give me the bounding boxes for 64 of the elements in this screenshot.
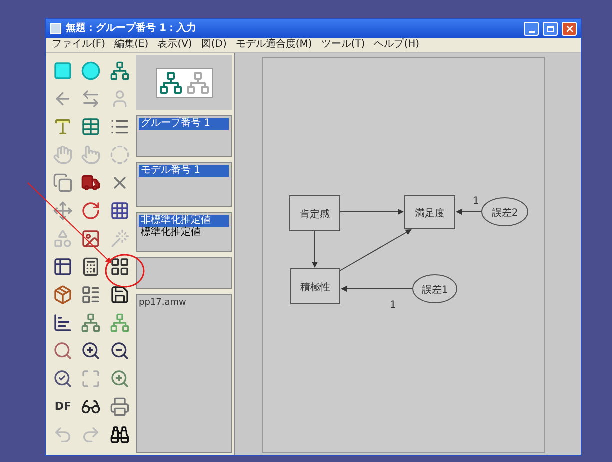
network-icon[interactable]	[110, 313, 130, 333]
menu-item[interactable]: 編集(E)	[114, 39, 149, 51]
grid-icon[interactable]	[110, 257, 130, 277]
menu-item[interactable]: ツール(T)	[321, 39, 366, 51]
path-coefficient: 1	[390, 300, 396, 311]
truck-icon[interactable]	[81, 173, 102, 193]
list-item[interactable]: グループ番号 1	[139, 118, 229, 130]
close-icon	[564, 24, 574, 34]
table-icon[interactable]	[81, 117, 102, 137]
layout-icon[interactable]	[81, 285, 102, 305]
highlight-circle	[105, 254, 145, 288]
close-button[interactable]	[562, 22, 577, 36]
search-icon[interactable]	[53, 369, 74, 389]
menu-item[interactable]: モデル適合度(M)	[236, 39, 312, 51]
double-arrow-icon[interactable]	[81, 89, 102, 109]
variable-label: 肯定感	[300, 210, 330, 220]
data-grid-icon[interactable]	[53, 257, 74, 277]
package-icon[interactable]	[53, 285, 74, 305]
rotate-icon[interactable]	[81, 201, 102, 221]
menu-item[interactable]: 表示(V)	[158, 39, 192, 51]
network-icon[interactable]	[81, 313, 102, 333]
ellipse-icon[interactable]	[81, 61, 102, 81]
rectangle-icon[interactable]	[53, 61, 74, 81]
search-icon[interactable]	[53, 341, 74, 361]
minimize-button[interactable]	[524, 22, 539, 36]
zoom-out-icon[interactable]	[110, 341, 130, 361]
observed-variable	[290, 268, 340, 304]
list-item[interactable]: 非標準化推定値	[139, 215, 229, 227]
list-item[interactable]: 標準化推定値	[139, 227, 229, 239]
title-icon[interactable]	[53, 117, 74, 137]
copy-icon[interactable]	[53, 173, 74, 193]
file-item[interactable]: pp17.amw	[139, 297, 229, 310]
list-item[interactable]: モデル番号 1	[139, 165, 229, 177]
observed-variable	[404, 196, 456, 230]
menu-item[interactable]: ヘルプ(H)	[374, 39, 420, 51]
calculator-icon[interactable]	[81, 257, 102, 277]
printer-icon[interactable]	[110, 397, 130, 417]
image-icon[interactable]	[81, 229, 102, 249]
zoom-in-icon[interactable]	[81, 341, 102, 361]
path-arrow	[312, 230, 318, 268]
variable-label: 満足度	[415, 208, 445, 220]
observed-variable	[290, 196, 340, 232]
window-title: 無題：グループ番号 1：入力	[66, 21, 196, 36]
chart-icon[interactable]	[53, 313, 74, 333]
input-view-icon[interactable]	[158, 70, 182, 94]
menu-item[interactable]: ファイル(F)	[52, 39, 106, 51]
output-view-icon[interactable]	[186, 70, 210, 94]
app-icon	[50, 22, 62, 34]
df-tool[interactable]: DF	[54, 398, 72, 416]
path-coefficient: 1	[473, 196, 480, 207]
error-variable	[412, 274, 458, 304]
network-icon[interactable]	[110, 61, 130, 81]
move-icon[interactable]	[53, 201, 74, 221]
path-arrow	[456, 209, 482, 215]
binoculars-icon[interactable]	[110, 425, 130, 445]
variable-label: 誤差2	[492, 208, 518, 219]
menu-item[interactable]: 図(D)	[201, 39, 227, 51]
maximize-button[interactable]	[543, 22, 558, 36]
path-arrow	[340, 209, 404, 215]
variable-label: 誤差1	[422, 285, 448, 296]
save-icon[interactable]	[110, 285, 130, 305]
error-variable	[482, 198, 528, 226]
dots-grid-icon[interactable]	[110, 201, 130, 221]
variable-label: 積極性	[300, 282, 330, 294]
